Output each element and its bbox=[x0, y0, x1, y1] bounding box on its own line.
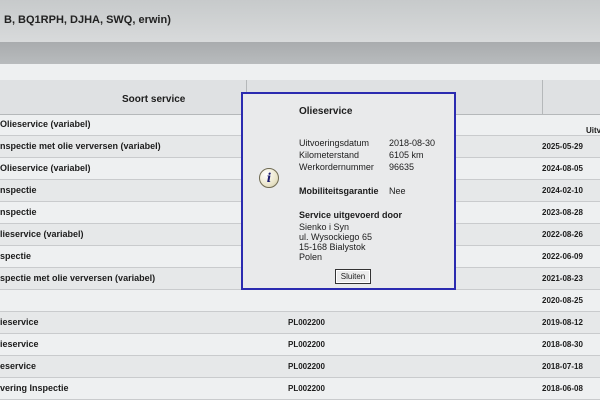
mobility-label: Mobiliteitsgarantie bbox=[299, 186, 379, 196]
table-row[interactable]: 2020-08-25 bbox=[0, 290, 600, 312]
field-label-date: Uitvoeringsdatum bbox=[299, 138, 370, 148]
order-number-cell: PL002200 bbox=[288, 340, 325, 349]
dialog-title: Olieservice bbox=[299, 106, 353, 117]
toolbar-band bbox=[0, 42, 600, 64]
date-cell: 2023-08-28 bbox=[542, 208, 583, 217]
service-type-cell: spectie met olie verversen (variabel) bbox=[0, 273, 156, 283]
order-number-cell: PL002200 bbox=[288, 318, 325, 327]
service-type-cell: spectie bbox=[0, 251, 32, 261]
service-type-cell: lieservice (variabel) bbox=[0, 229, 84, 239]
service-type-cell: nspectie bbox=[0, 185, 37, 195]
service-type-cell: ieservice bbox=[0, 317, 39, 327]
field-label-mileage: Kilometerstand bbox=[299, 150, 360, 160]
service-type-cell: Olieservice (variabel) bbox=[0, 119, 91, 129]
date-cell: 2018-07-18 bbox=[542, 362, 583, 371]
field-label-workorder: Werkordernummer bbox=[299, 162, 374, 172]
date-cell: 2024-08-05 bbox=[542, 164, 583, 173]
order-number-cell: PL002200 bbox=[288, 384, 325, 393]
date-cell: 2018-08-30 bbox=[542, 340, 583, 349]
service-type-cell: eservice bbox=[0, 361, 37, 371]
service-type-cell: nspectie met olie verversen (variabel) bbox=[0, 141, 161, 151]
address-line: Polen bbox=[299, 252, 323, 262]
column-divider bbox=[542, 80, 543, 114]
service-type-cell: nspectie bbox=[0, 207, 37, 217]
date-cell: 2018-06-08 bbox=[542, 384, 583, 393]
service-type-cell: ieservice bbox=[0, 339, 39, 349]
column-header-service[interactable]: Soort service bbox=[122, 94, 185, 105]
breadcrumb: B, BQ1RPH, DJHA, SWQ, erwin) bbox=[4, 14, 171, 26]
top-bar: B, BQ1RPH, DJHA, SWQ, erwin) bbox=[0, 0, 600, 42]
date-cell: 2020-08-25 bbox=[542, 296, 583, 305]
date-cell: 2025-05-29 bbox=[542, 142, 583, 151]
address-line: 15-168 Bialystok bbox=[299, 242, 366, 252]
date-cell: 2021-08-23 bbox=[542, 274, 583, 283]
date-cell: 2024-02-10 bbox=[542, 186, 583, 195]
table-row[interactable]: ieservice PL002200 2019-08-12 bbox=[0, 312, 600, 334]
field-value-mileage: 6105 km bbox=[389, 150, 424, 160]
date-cell: 2022-08-26 bbox=[542, 230, 583, 239]
table-row[interactable]: eservice PL002200 2018-07-18 bbox=[0, 356, 600, 378]
service-detail-dialog: Olieservice i Uitvoeringsdatum 2018-08-3… bbox=[241, 92, 456, 290]
field-value-date: 2018-08-30 bbox=[389, 138, 436, 148]
address-line: ul. Wysockiego 65 bbox=[299, 232, 372, 242]
close-button[interactable]: Sluiten bbox=[335, 269, 371, 284]
service-by-label: Service uitgevoerd door bbox=[299, 210, 403, 220]
mobility-value: Nee bbox=[389, 186, 406, 196]
field-value-workorder: 96635 bbox=[389, 162, 415, 172]
service-type-cell: Olieservice (variabel) bbox=[0, 163, 91, 173]
table-row[interactable]: ieservice PL002200 2018-08-30 bbox=[0, 334, 600, 356]
order-number-cell: PL002200 bbox=[288, 362, 325, 371]
info-icon: i bbox=[259, 168, 279, 188]
address-line: Sienko i Syn bbox=[299, 222, 350, 232]
service-type-cell: vering Inspectie bbox=[0, 383, 69, 393]
date-cell: 2022-06-09 bbox=[542, 252, 583, 261]
table-row[interactable]: vering Inspectie PL002200 2018-06-08 bbox=[0, 378, 600, 400]
date-cell: 2019-08-12 bbox=[542, 318, 583, 327]
